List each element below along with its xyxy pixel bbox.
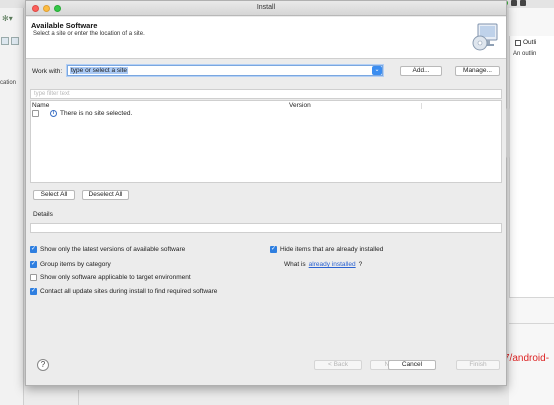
already-installed-link[interactable]: already installed: [309, 261, 356, 268]
what-is-suffix: ?: [358, 261, 363, 268]
latest-versions-option[interactable]: ✓ Show only the latest versions of avail…: [30, 246, 185, 253]
deselect-all-button[interactable]: Deselect All: [82, 190, 129, 200]
option-label: Show only the latest versions of availab…: [40, 246, 186, 253]
checkbox-checked[interactable]: ✓: [30, 261, 37, 268]
checkbox-unchecked[interactable]: [30, 274, 37, 281]
option-label: Contact all update sites during install …: [40, 288, 218, 295]
software-table: Name Version i There is no site selected…: [30, 100, 502, 183]
select-all-button[interactable]: Select All: [33, 190, 75, 200]
outline-icon: [515, 39, 521, 46]
checkbox-checked[interactable]: ✓: [270, 246, 277, 253]
details-label: Details: [33, 211, 53, 218]
outline-tab-label: Outli: [523, 39, 537, 46]
titlebar[interactable]: Install: [26, 1, 506, 16]
row-text: There is no site selected.: [60, 110, 133, 117]
checkbox-checked[interactable]: ✓: [30, 246, 37, 253]
what-is-prefix: What is: [284, 261, 306, 268]
option-label: Hide items that are already installed: [280, 246, 384, 253]
work-with-combo[interactable]: type or select a site ⌄: [67, 65, 383, 76]
add-button[interactable]: Add...: [400, 66, 442, 76]
cancel-button[interactable]: Cancel: [388, 360, 436, 370]
column-header-name[interactable]: Name: [32, 102, 49, 109]
tool-icon[interactable]: ✻▾: [2, 14, 13, 23]
background-left-panel: [0, 8, 24, 405]
filter-placeholder: type filter text: [34, 91, 70, 97]
outline-tab[interactable]: Outli: [515, 39, 536, 46]
checkbox-checked[interactable]: ✓: [30, 288, 37, 295]
info-icon: i: [50, 110, 57, 117]
row-checkbox[interactable]: [32, 110, 39, 117]
outline-panel: [509, 36, 554, 298]
group-by-category-option[interactable]: ✓ Group items by category: [30, 261, 111, 268]
page-title: Available Software: [31, 21, 98, 30]
help-icon[interactable]: ?: [37, 359, 49, 371]
column-header-version[interactable]: Version: [289, 102, 311, 109]
divider: [78, 390, 79, 405]
what-is-installed: What is already installed?: [284, 261, 362, 268]
finish-button[interactable]: Finish: [456, 360, 500, 370]
option-label: Show only software applicable to target …: [40, 274, 191, 281]
window-title: Install: [256, 4, 276, 11]
table-row[interactable]: i There is no site selected.: [32, 110, 132, 117]
work-with-value: type or select a site: [70, 67, 128, 74]
scrollbar[interactable]: [506, 108, 510, 158]
filter-input[interactable]: type filter text: [30, 89, 502, 99]
location-label: cation: [0, 80, 17, 86]
back-button[interactable]: < Back: [314, 360, 362, 370]
work-with-label: Work with:: [32, 68, 63, 75]
install-wizard-icon: [472, 23, 498, 51]
manage-button[interactable]: Manage...: [455, 66, 500, 76]
option-label: Group items by category: [40, 261, 111, 268]
console-error-text: 7/android-: [504, 353, 550, 364]
chevron-down-icon[interactable]: ⌄: [372, 66, 382, 75]
hide-installed-option[interactable]: ✓ Hide items that are already installed: [270, 246, 383, 253]
install-dialog: Install Available Software Select a site…: [25, 0, 510, 386]
target-environment-option[interactable]: Show only software applicable to target …: [30, 274, 191, 281]
details-box: [30, 223, 502, 233]
contact-sites-option[interactable]: ✓ Contact all update sites during instal…: [30, 288, 217, 295]
editor-icons[interactable]: [1, 37, 19, 45]
outline-message: An outlin: [513, 51, 537, 57]
page-subtitle: Select a site or enter the location of a…: [33, 31, 145, 37]
dialog-header: Available Software Select a site or ente…: [26, 17, 506, 59]
column-divider: [421, 103, 422, 109]
divider: [509, 323, 554, 324]
